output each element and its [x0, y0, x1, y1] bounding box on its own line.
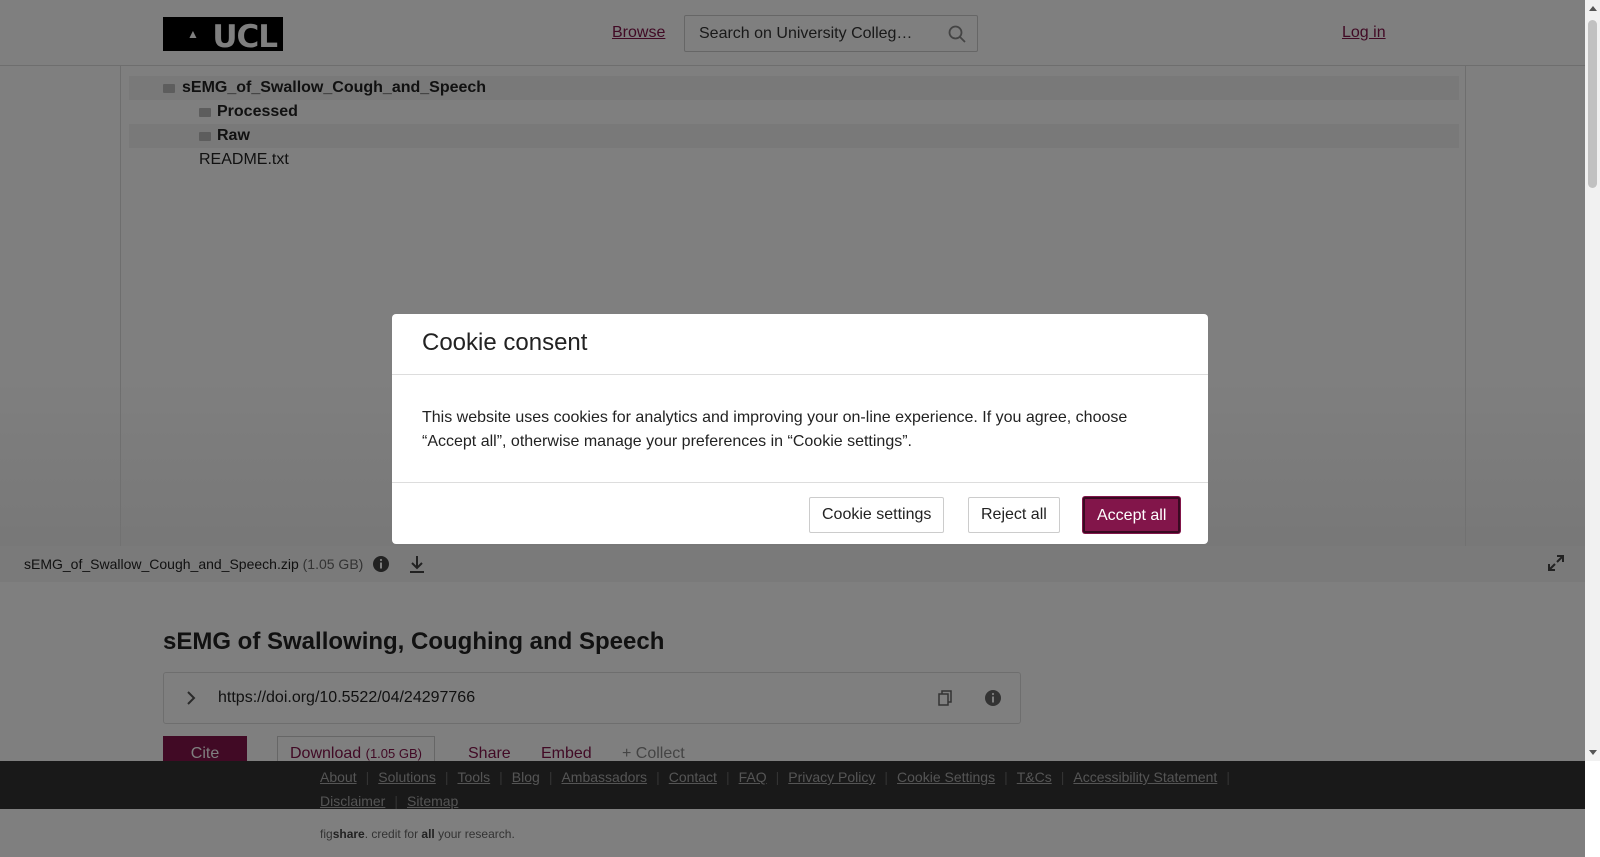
dialog-header: Cookie consent [392, 314, 1208, 375]
cookie-consent-dialog: Cookie consent This website uses cookies… [392, 314, 1208, 544]
dialog-footer: Cookie settings Reject all Accept all [392, 482, 1208, 544]
scroll-thumb[interactable] [1588, 20, 1597, 188]
cookie-settings-button[interactable]: Cookie settings [809, 497, 945, 533]
page-scrollbar[interactable] [1585, 0, 1600, 761]
dialog-body: This website uses cookies for analytics … [422, 409, 1128, 450]
dialog-title: Cookie consent [422, 329, 588, 356]
scroll-up-arrow-icon[interactable] [1589, 6, 1597, 11]
scroll-down-arrow-icon[interactable] [1589, 750, 1597, 755]
reject-all-button[interactable]: Reject all [968, 497, 1060, 533]
accept-all-button[interactable]: Accept all [1083, 497, 1181, 533]
